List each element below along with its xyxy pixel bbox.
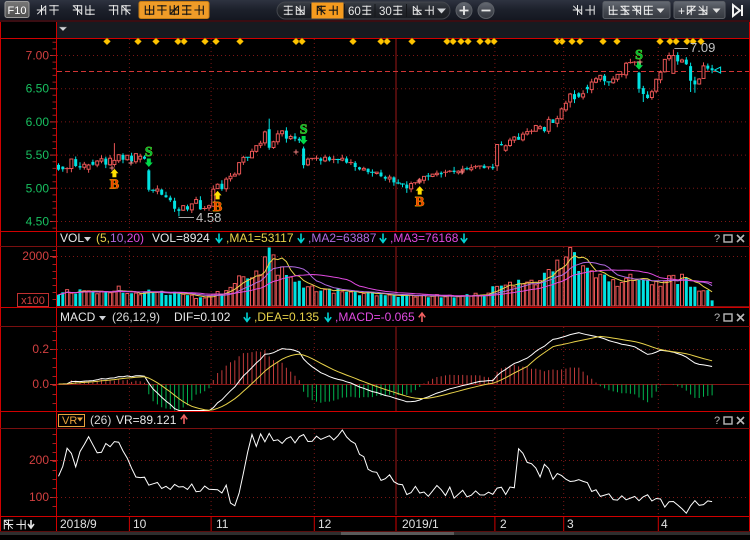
- svg-text:S: S: [635, 48, 643, 63]
- svg-text:VR=89.121: VR=89.121: [116, 413, 177, 427]
- svg-text:10: 10: [133, 517, 147, 531]
- svg-text:2: 2: [500, 517, 507, 531]
- svg-text:?: ?: [714, 312, 720, 324]
- svg-text:4.58: 4.58: [196, 210, 221, 225]
- svg-text:VOL=8924: VOL=8924: [152, 231, 210, 245]
- svg-text:30: 30: [379, 6, 392, 18]
- svg-text:0.0: 0.0: [32, 377, 49, 391]
- svg-text:,MA2=63887: ,MA2=63887: [308, 231, 377, 245]
- svg-text:4: 4: [661, 517, 668, 531]
- svg-text:?: ?: [714, 415, 720, 427]
- svg-text:,DEA=0.135: ,DEA=0.135: [254, 310, 319, 324]
- svg-text:DIF=0.102: DIF=0.102: [174, 310, 231, 324]
- svg-text:6.50: 6.50: [26, 82, 50, 96]
- svg-text:6.00: 6.00: [26, 115, 50, 129]
- svg-text:2019/1: 2019/1: [402, 517, 439, 531]
- svg-text:4.50: 4.50: [26, 215, 50, 229]
- svg-text:(26): (26): [90, 413, 111, 427]
- svg-text:11: 11: [216, 517, 229, 531]
- svg-text:(26,12,9): (26,12,9): [112, 310, 160, 324]
- svg-text:B: B: [415, 195, 424, 210]
- svg-text:7.00: 7.00: [26, 49, 50, 63]
- svg-text:VOL: VOL: [60, 231, 84, 245]
- svg-text:0.2: 0.2: [32, 342, 49, 356]
- svg-text:60: 60: [348, 6, 361, 18]
- svg-text:5.00: 5.00: [26, 181, 50, 195]
- svg-text:(5,10,20): (5,10,20): [96, 231, 144, 245]
- svg-text:MACD: MACD: [60, 310, 96, 324]
- svg-text:5.50: 5.50: [26, 148, 50, 162]
- svg-text:S: S: [145, 145, 153, 160]
- svg-text:100: 100: [29, 490, 49, 504]
- svg-text:7.09: 7.09: [690, 40, 715, 55]
- svg-text:,MA3=76168: ,MA3=76168: [390, 231, 459, 245]
- svg-text:200: 200: [29, 453, 49, 467]
- svg-text:B: B: [110, 178, 119, 193]
- svg-text:3: 3: [567, 517, 574, 531]
- svg-text:,MACD=-0.065: ,MACD=-0.065: [335, 310, 415, 324]
- svg-text:+: +: [678, 4, 685, 18]
- svg-text:2000: 2000: [22, 249, 49, 263]
- svg-text:S: S: [300, 123, 308, 138]
- svg-text:x100: x100: [21, 295, 45, 307]
- svg-text:?: ?: [714, 233, 720, 245]
- svg-text:12: 12: [318, 517, 332, 531]
- svg-text:2018/9: 2018/9: [60, 517, 97, 531]
- svg-text:F10: F10: [8, 5, 27, 17]
- svg-text:VR: VR: [62, 415, 77, 427]
- svg-text:,MA1=53117: ,MA1=53117: [226, 231, 294, 245]
